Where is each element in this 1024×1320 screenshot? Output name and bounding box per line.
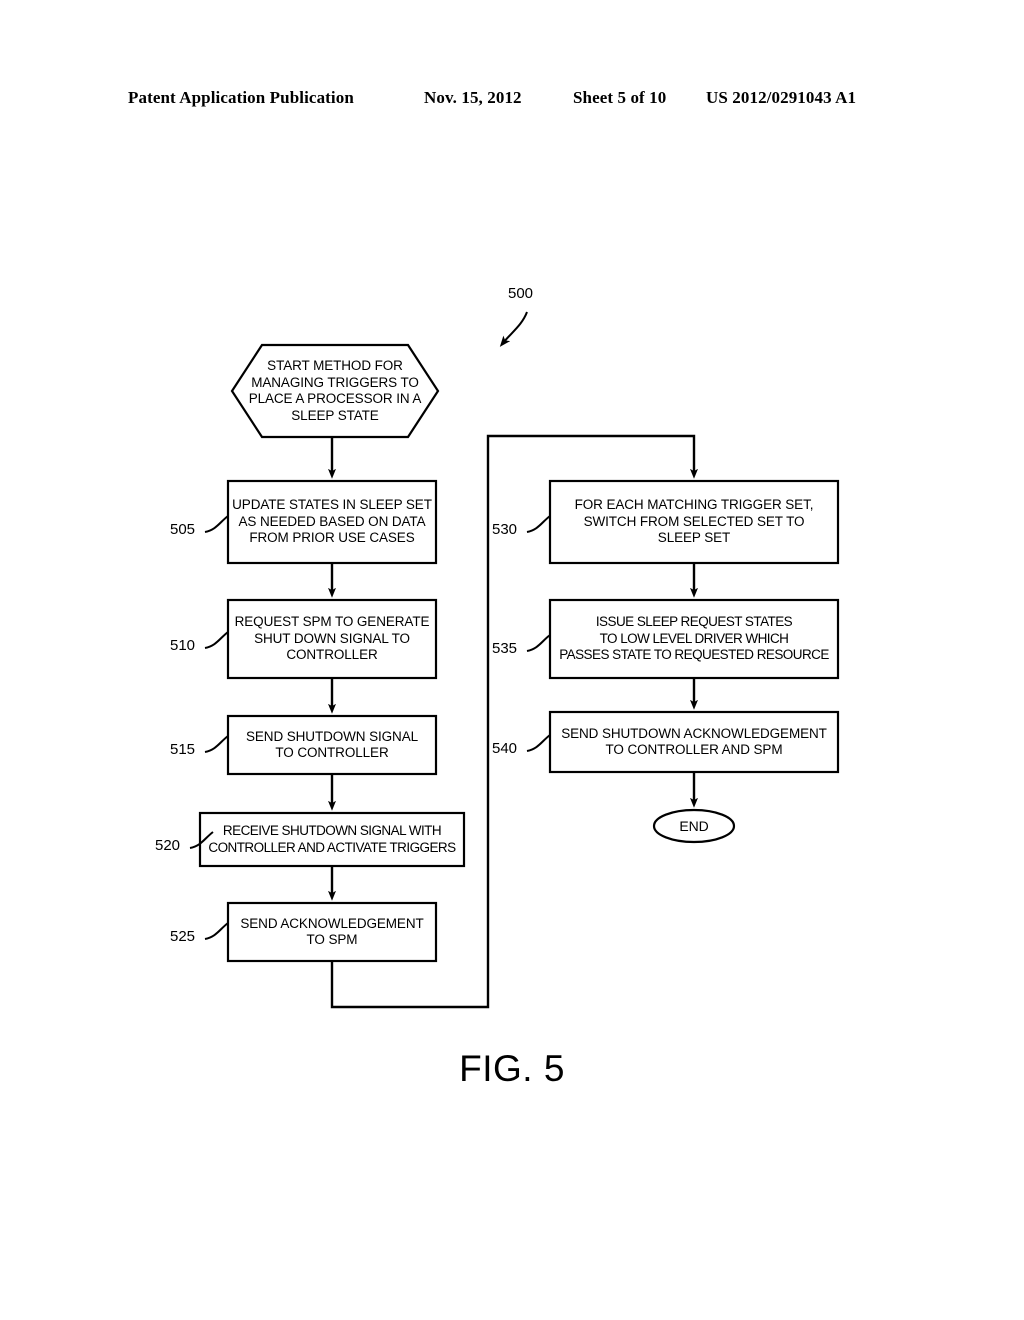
diagram-reference-leader: [499, 311, 528, 347]
step-530-label: FOR EACH MATCHING TRIGGER SET, SWITCH FR…: [574, 497, 814, 546]
ref-number-505: 505: [170, 521, 196, 538]
step-535-label: ISSUE SLEEP REQUEST STATES TO LOW LEVEL …: [559, 614, 829, 663]
ref-number-515: 515: [170, 741, 196, 758]
ref-number-540: 540: [492, 740, 518, 757]
step-510-label: REQUEST SPM TO GENERATE SHUT DOWN SIGNAL…: [234, 614, 430, 663]
step-505-label: UPDATE STATES IN SLEEP SET AS NEEDED BAS…: [232, 497, 432, 546]
start-node-label: START METHOD FOR MANAGING TRIGGERS TO PL…: [248, 358, 422, 423]
ref-number-535: 535: [492, 640, 518, 657]
end-node-label: END: [679, 817, 709, 834]
ref-number-520: 520: [155, 837, 181, 854]
step-515-label: SEND SHUTDOWN SIGNAL TO CONTROLLER: [245, 728, 419, 761]
step-540-label: SEND SHUTDOWN ACKNOWLEDGEMENT TO CONTROL…: [561, 725, 827, 758]
step-520-label: RECEIVE SHUTDOWN SIGNAL WITH CONTROLLER …: [208, 823, 456, 855]
ref-number-530: 530: [492, 521, 518, 538]
flowchart-figure: START METHOD FOR MANAGING TRIGGERS TO PL…: [0, 0, 1024, 1320]
ref-number-525: 525: [170, 928, 196, 945]
diagram-reference-number: 500: [508, 285, 534, 302]
step-525-label: SEND ACKNOWLEDGEMENT TO SPM: [240, 915, 424, 948]
ref-number-510: 510: [170, 637, 196, 654]
flowchart-canvas: [189, 311, 840, 1009]
figure-caption: FIG. 5: [459, 1048, 565, 1089]
